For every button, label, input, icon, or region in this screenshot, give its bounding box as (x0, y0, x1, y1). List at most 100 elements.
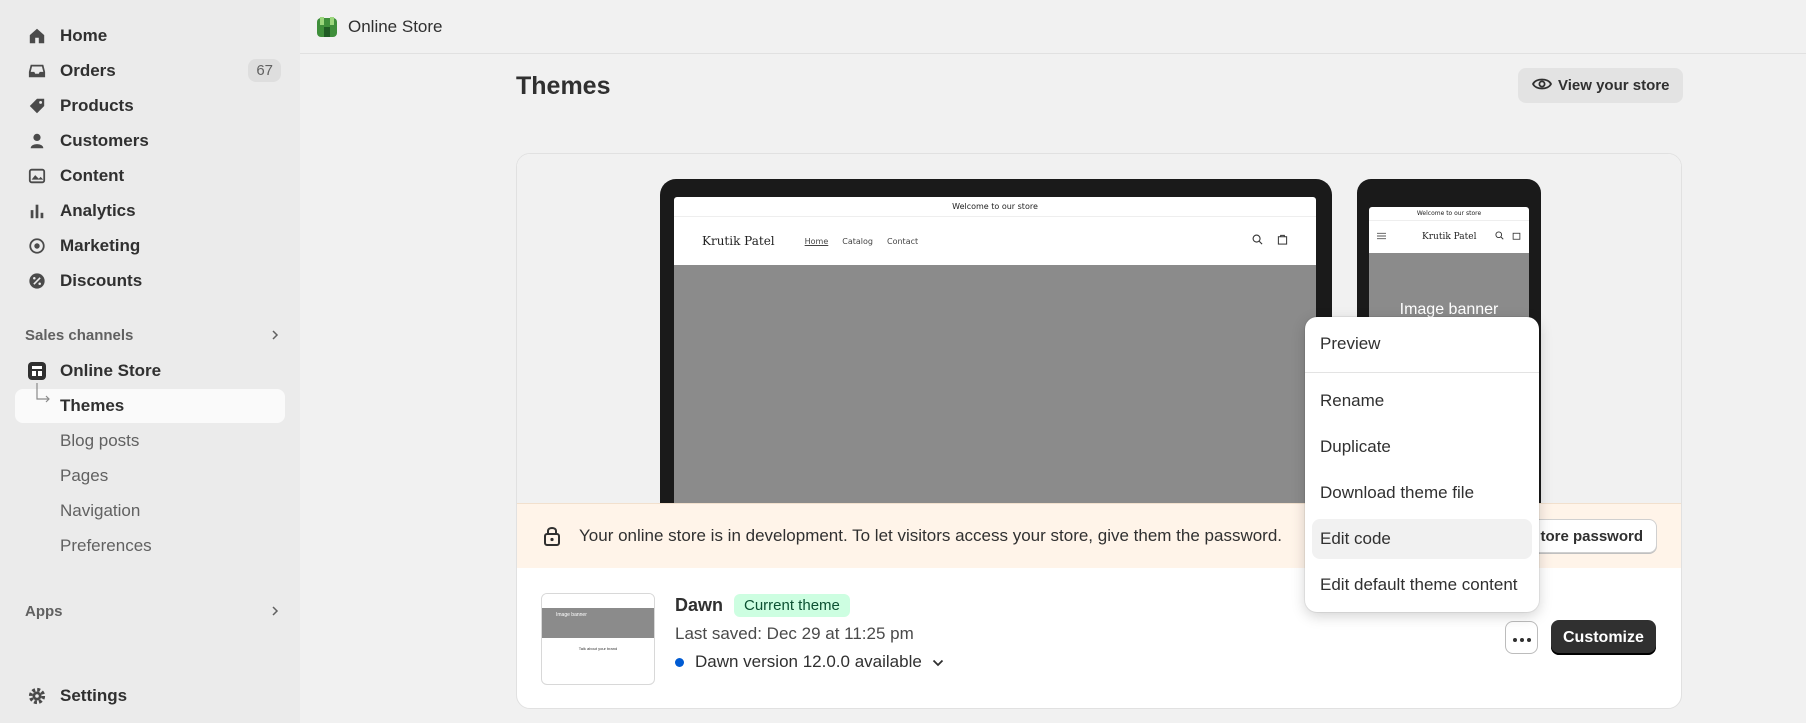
sidebar-item-orders[interactable]: Orders 67 (15, 54, 285, 88)
last-saved-text: Last saved: Dec 29 at 11:25 pm (675, 624, 914, 643)
image-icon (27, 166, 47, 186)
preview-nav: Home Catalog Contact (805, 237, 918, 246)
sidebar-item-customers[interactable]: Customers (15, 124, 285, 158)
preview-announcement: Welcome to our store (674, 197, 1316, 217)
preview-nav-item: Contact (887, 236, 919, 246)
sidebar-sub-item-preferences[interactable]: Preferences (15, 529, 285, 563)
menu-item-download-theme-file[interactable]: Download theme file (1312, 473, 1532, 513)
top-bar-title: Online Store (348, 16, 443, 36)
search-icon (1495, 231, 1504, 243)
sidebar-item-label: Products (60, 96, 134, 115)
customize-label: Customize (1563, 628, 1644, 646)
version-update-toggle[interactable]: Dawn version 12.0.0 available (675, 652, 944, 672)
version-text: Dawn version 12.0.0 available (695, 652, 922, 671)
sidebar-sub-item-themes[interactable]: Themes (15, 383, 285, 423)
theme-actions-menu: Preview Rename Duplicate Download theme … (1305, 317, 1539, 612)
menu-item-preview[interactable]: Preview (1312, 324, 1532, 364)
target-icon (27, 236, 47, 256)
cart-icon (1512, 231, 1521, 243)
mobile-preview-header: Krutik Patel (1369, 221, 1529, 253)
menu-divider (1305, 372, 1539, 373)
sidebar-item-discounts[interactable]: Discounts (15, 264, 285, 298)
sidebar-sub-item-blog-posts[interactable]: Blog posts (15, 424, 285, 458)
development-store-message: Your online store is in development. To … (579, 526, 1283, 545)
thumbnail-banner: Image banner (542, 608, 654, 638)
menu-item-label: Edit code (1320, 529, 1391, 548)
desktop-preview-frame: Welcome to our store Krutik Patel Home C… (660, 179, 1332, 503)
discount-icon (27, 271, 47, 291)
thumbnail-text: Talk about your brand (578, 646, 618, 651)
menu-item-duplicate[interactable]: Duplicate (1312, 427, 1532, 467)
mobile-preview-store-name: Krutik Patel (1422, 232, 1477, 242)
sidebar-sub-item-label: Themes (60, 396, 125, 415)
menu-item-label: Rename (1320, 391, 1385, 410)
sidebar: Home Orders 67 Products Customers Conten… (0, 0, 300, 723)
menu-item-label: Download theme file (1320, 483, 1475, 502)
sidebar-sub-item-label: Preferences (60, 536, 152, 555)
sidebar-item-label: Analytics (60, 201, 136, 220)
sales-channels-label: Sales channels (25, 327, 134, 344)
sidebar-item-analytics[interactable]: Analytics (15, 194, 285, 228)
menu-item-label: Edit default theme content (1320, 575, 1518, 594)
preview-store-name: Krutik Patel (702, 234, 775, 248)
chevron-right-icon (270, 327, 280, 344)
view-your-store-label: View your store (1558, 77, 1670, 94)
sidebar-item-home[interactable]: Home (15, 19, 285, 53)
customize-button[interactable]: Customize (1551, 620, 1656, 655)
sidebar-item-content[interactable]: Content (15, 159, 285, 193)
desktop-preview-screen: Welcome to our store Krutik Patel Home C… (674, 197, 1316, 503)
menu-item-rename[interactable]: Rename (1312, 381, 1532, 421)
chevron-right-icon (270, 603, 280, 620)
sidebar-sub-item-label: Blog posts (60, 431, 140, 450)
preview-nav-item: Home (804, 236, 829, 246)
sidebar-item-label: Home (60, 26, 108, 45)
tree-branch-icon (34, 383, 54, 414)
update-dot-icon (675, 657, 684, 667)
chevron-down-icon (932, 652, 944, 672)
top-bar: Online Store (300, 0, 1806, 54)
sidebar-item-label: Orders (60, 61, 116, 80)
view-your-store-button[interactable]: View your store (1518, 68, 1684, 103)
store-icon (27, 361, 47, 381)
inbox-icon (27, 61, 47, 81)
cart-icon (1277, 234, 1288, 248)
apps-label: Apps (25, 603, 63, 620)
sidebar-item-label: Discounts (60, 271, 143, 290)
store-password-label: tore password (1540, 527, 1643, 545)
orders-count-badge: 67 (248, 59, 281, 82)
sidebar-item-products[interactable]: Products (15, 89, 285, 123)
sidebar-sub-item-pages[interactable]: Pages (15, 459, 285, 493)
eye-icon (1531, 77, 1553, 95)
sidebar-sub-item-label: Navigation (60, 501, 141, 520)
mobile-preview-announcement: Welcome to our store (1369, 207, 1529, 221)
current-theme-badge: Current theme (734, 594, 850, 617)
sidebar-item-marketing[interactable]: Marketing (15, 229, 285, 263)
bar-chart-icon (27, 201, 47, 221)
page-title: Themes (516, 72, 611, 100)
online-store-logo-icon (316, 16, 338, 38)
preview-header: Krutik Patel Home Catalog Contact (674, 217, 1316, 265)
sidebar-item-online-store[interactable]: Online Store (15, 354, 285, 388)
menu-item-label: Duplicate (1320, 437, 1391, 456)
apps-header[interactable]: Apps (25, 603, 280, 620)
sidebar-item-label: Online Store (60, 361, 162, 380)
theme-name: Dawn (675, 595, 724, 615)
home-icon (27, 26, 47, 46)
sales-channels-header[interactable]: Sales channels (25, 327, 280, 344)
person-icon (27, 131, 47, 151)
sidebar-item-label: Customers (60, 131, 149, 150)
store-password-button[interactable]: tore password (1529, 519, 1657, 553)
menu-item-edit-code[interactable]: Edit code (1312, 519, 1532, 559)
menu-item-edit-default-theme-content[interactable]: Edit default theme content (1312, 565, 1532, 605)
sidebar-item-settings[interactable]: Settings (15, 679, 285, 713)
sidebar-item-label: Content (60, 166, 125, 185)
sidebar-sub-item-navigation[interactable]: Navigation (15, 494, 285, 528)
sidebar-item-label: Settings (60, 686, 128, 705)
search-icon (1252, 234, 1263, 248)
hamburger-icon (1377, 232, 1386, 243)
gear-icon (27, 686, 47, 706)
theme-thumbnail[interactable]: Image banner Talk about your brand (541, 593, 655, 685)
preview-nav-item: Catalog (842, 236, 873, 246)
preview-image-banner (674, 265, 1316, 503)
more-actions-button[interactable] (1505, 621, 1538, 654)
